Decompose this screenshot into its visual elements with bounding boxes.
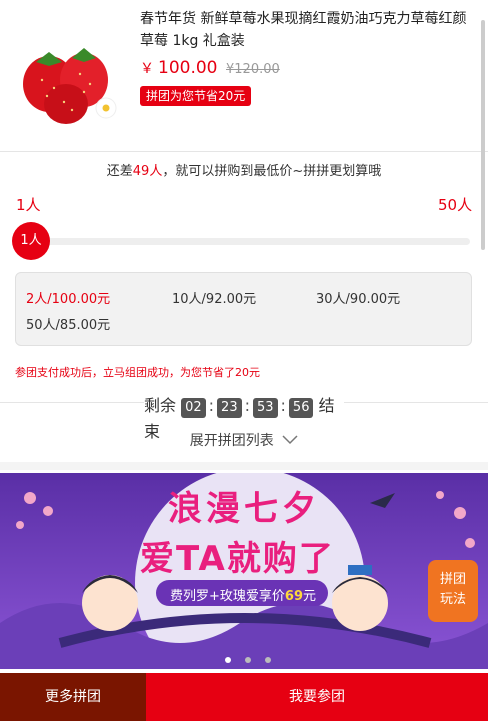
countdown-prefix: 剩余 [144,396,177,415]
countdown-seconds: 56 [288,398,314,418]
hint-count: 49人 [132,164,163,179]
progress-hint: 还差49人，就可以拼购到最低价~拼拼更划算哦 [0,160,488,179]
range-min-label: 1人 [16,196,41,214]
progress-knob: 1人 [12,222,50,260]
rules-line-2: 玩法 [439,592,466,607]
product-title: 春节年货 新鲜草莓水果现摘红霞奶油巧克力草莓红颜草莓 1kg 礼盒装 [140,11,467,49]
currency-symbol: ￥ [140,61,154,77]
save-badge: 拼团为您节省20元 [140,86,252,106]
countdown-minutes: 53 [252,398,278,418]
product-card[interactable]: 春节年货 新鲜草莓水果现摘红霞奶油巧克力草莓红颜草莓 1kg 礼盒装 ￥ 100.… [0,0,488,150]
countdown-sep: : [244,396,250,415]
join-group-button[interactable]: 我要参团 [146,673,488,721]
join-notice: 参团支付成功后，立马组团成功，为您节省了20元 [15,366,260,379]
tier-item[interactable]: 2人/100.00元 [26,288,110,307]
group-price: ￥ 100.00 [140,58,217,78]
divider [0,151,488,152]
section-gap [0,462,488,470]
price-value: 100.00 [158,58,218,78]
countdown: 剩余 02:23:53:56 结束 [144,392,344,441]
banner-headline-2: 爱TA就购了 [140,539,335,579]
countdown-days: 02 [181,398,206,418]
strawberry-image [23,48,117,124]
hint-prefix: 还差 [106,164,133,179]
carousel-dot[interactable] [225,657,231,663]
countdown-sep: : [280,396,286,415]
tier-item[interactable]: 30人/90.00元 [316,288,400,307]
chevron-down-icon [282,435,298,445]
rules-line-1: 拼团 [439,572,466,587]
countdown-sep: : [208,396,215,415]
carousel-dots [218,648,278,667]
promo-unit: 元 [303,589,317,604]
range-max-label: 50人 [438,196,473,214]
price-tiers: 2人/100.00元 10人/92.00元 30人/90.00元 50人/85.… [15,272,472,346]
progress-track [30,238,470,245]
carousel-dot[interactable] [245,657,251,663]
banner-headline-1: 浪漫七夕 [168,489,320,529]
expand-group-list[interactable]: 展开拼团列表 [0,430,488,450]
promo-text: 费列罗+玫瑰爱享价 [170,589,285,604]
expand-label: 展开拼团列表 [189,433,274,449]
original-price: ¥120.00 [226,62,280,77]
promo-price: 69 [284,589,303,604]
hint-suffix: ，就可以拼购到最低价~拼拼更划算哦 [162,164,382,179]
tier-item[interactable]: 50人/85.00元 [26,314,110,333]
carousel-dot[interactable] [265,657,271,663]
countdown-hours: 23 [217,398,242,418]
promo-banner[interactable]: 浪漫七夕 爱TA就购了 费列罗+玫瑰爱享价69元 [0,473,488,669]
tier-item[interactable]: 10人/92.00元 [172,288,256,307]
rules-float-button[interactable]: 拼团 玩法 [428,560,478,622]
scrollbar[interactable] [481,20,485,250]
banner-promo: 费列罗+玫瑰爱享价69元 [170,585,316,604]
more-groups-button[interactable]: 更多拼团 [0,673,146,721]
